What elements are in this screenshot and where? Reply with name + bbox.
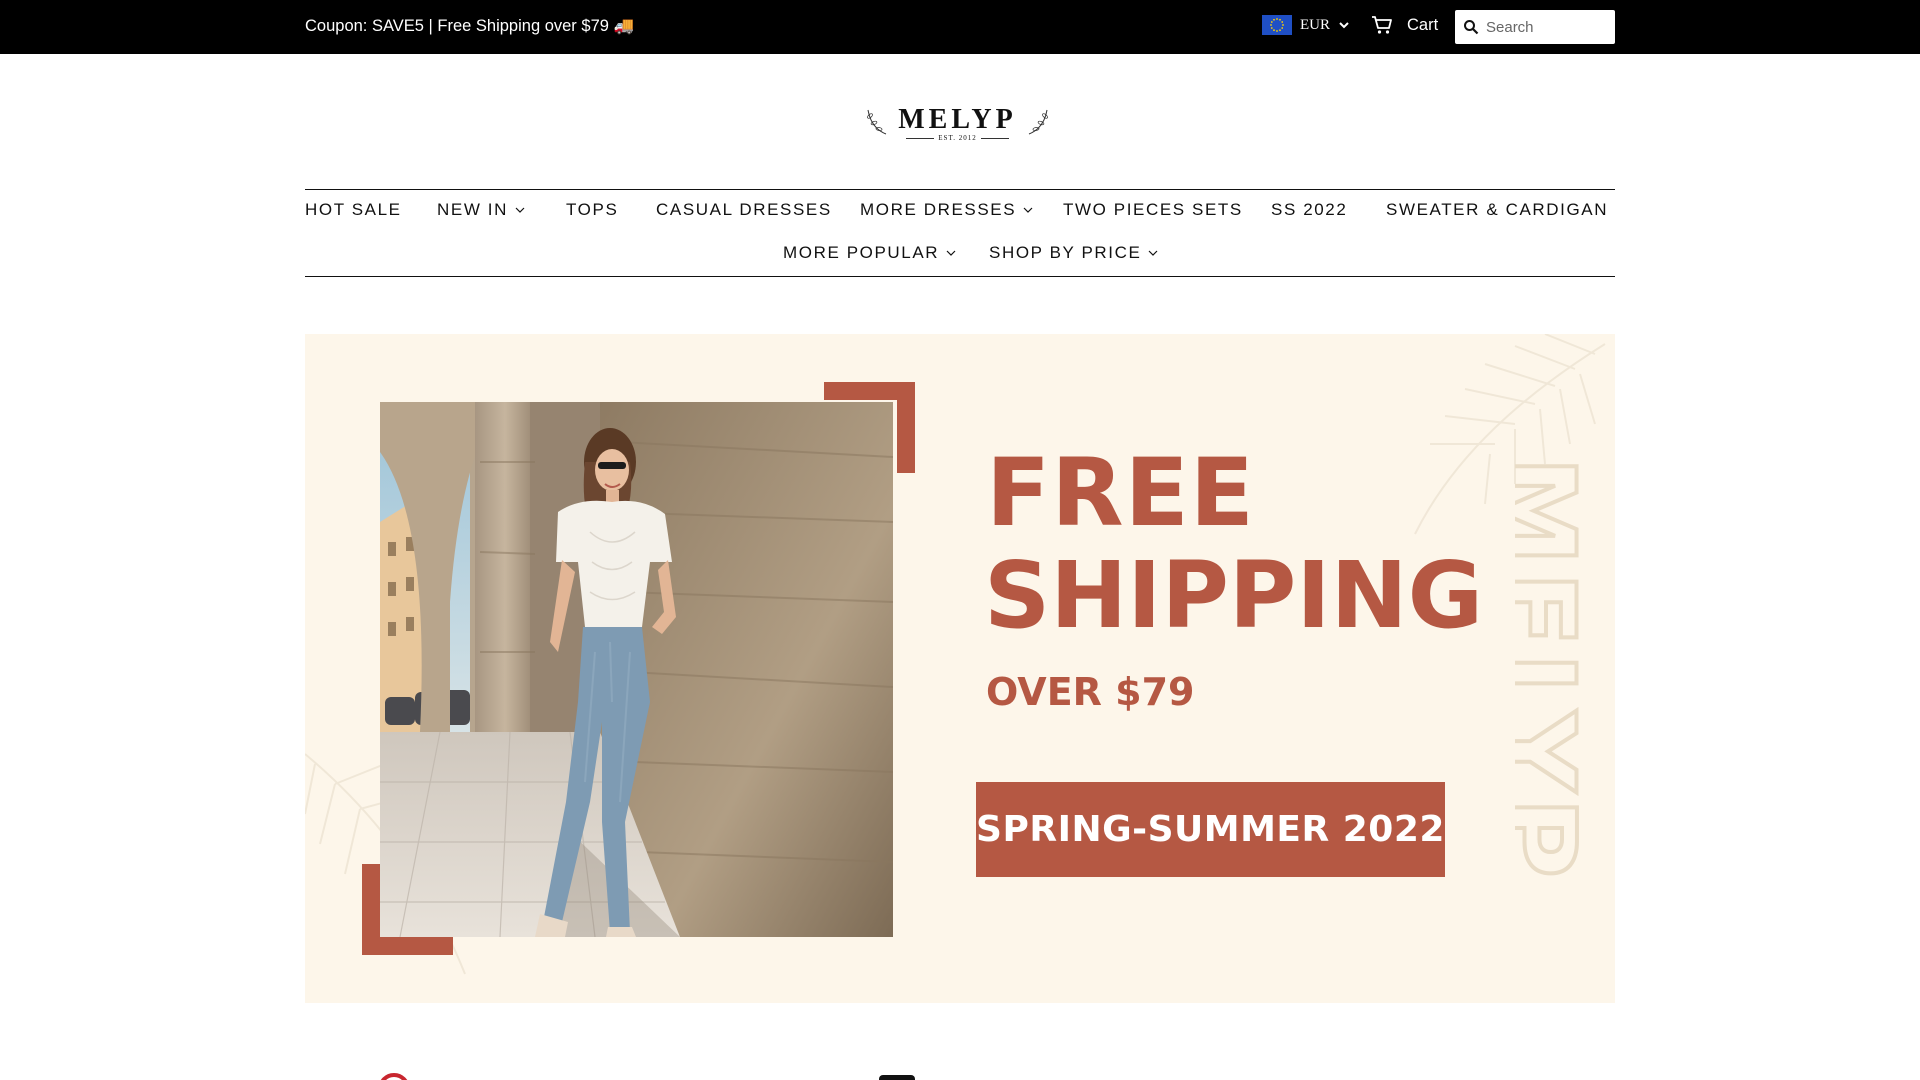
- currency-selector[interactable]: EUR: [1262, 14, 1350, 36]
- nav-label: TOPS: [566, 200, 619, 219]
- currency-code: EUR: [1300, 16, 1330, 33]
- nav-item-two-pieces-sets[interactable]: TWO PIECES SETS: [1063, 200, 1243, 220]
- logo-wordmark: MELYP: [898, 104, 1017, 135]
- chevron-down-icon: [515, 207, 525, 213]
- cta-label: SPRING-SUMMER 2022: [976, 809, 1445, 850]
- nav-divider-bottom: [305, 276, 1615, 277]
- cart-label: Cart: [1407, 15, 1439, 34]
- logo-divider-right: [981, 138, 1009, 139]
- nav-item-more-dresses[interactable]: MORE DRESSES: [860, 200, 1033, 220]
- eu-flag-icon: [1262, 15, 1292, 35]
- hero-banner[interactable]: FREE SHIPPING OVER $79 SPRING-SUMMER 202…: [305, 334, 1615, 1003]
- search-icon[interactable]: [1463, 19, 1479, 35]
- nav-item-new-in[interactable]: NEW IN: [437, 200, 525, 220]
- nav-label: SS 2022: [1271, 200, 1348, 219]
- vertical-brand-text: MELYP: [1515, 456, 1599, 884]
- hero-headline-shipping: SHIPPING: [984, 542, 1484, 649]
- nav-label: HOT SALE: [305, 200, 402, 219]
- logo-tagline: EST. 2012: [938, 134, 977, 142]
- nav-item-hot-sale[interactable]: HOT SALE: [305, 200, 402, 220]
- chevron-down-icon: [946, 250, 956, 256]
- search-box[interactable]: [1455, 10, 1615, 44]
- hero-subline: OVER $79: [986, 670, 1195, 714]
- spring-summer-button[interactable]: SPRING-SUMMER 2022: [976, 782, 1445, 877]
- chevron-down-icon: [1023, 207, 1033, 213]
- brand-logo[interactable]: MELYP EST. 2012: [867, 100, 1048, 148]
- nav-label: SHOP BY PRICE: [989, 243, 1142, 262]
- red-circle-icon: [380, 1073, 408, 1080]
- hero-headline-free: FREE: [986, 439, 1256, 548]
- nav-label: SWEATER & CARDIGAN: [1386, 200, 1609, 219]
- nav-divider-top: [305, 189, 1615, 190]
- announcement-bar: Coupon: SAVE5 | Free Shipping over $79 🚚…: [0, 0, 1920, 54]
- chevron-down-icon: [1149, 250, 1158, 256]
- nav-item-casual-dresses[interactable]: CASUAL DRESSES: [656, 200, 832, 220]
- hero-photo: [380, 402, 893, 937]
- cart-link[interactable]: Cart: [1371, 15, 1438, 35]
- cart-icon: [1372, 16, 1392, 34]
- coupon-text: Coupon: SAVE5 | Free Shipping over $79 🚚: [305, 17, 635, 35]
- nav-label: MORE POPULAR: [783, 243, 940, 262]
- nav-label: CASUAL DRESSES: [656, 200, 832, 219]
- nav-item-tops[interactable]: TOPS: [566, 200, 618, 220]
- vertical-brand-watermark: MELYP: [1515, 454, 1601, 886]
- chevron-down-icon: [1339, 22, 1349, 29]
- nav-item-ss-2022[interactable]: SS 2022: [1271, 200, 1347, 220]
- dark-box-icon: [879, 1075, 915, 1080]
- nav-item-shop-by-price[interactable]: SHOP BY PRICE: [989, 243, 1158, 263]
- nav-item-sweater-cardigan[interactable]: SWEATER & CARDIGAN: [1386, 200, 1608, 220]
- search-input[interactable]: [1486, 18, 1606, 36]
- nav-item-more-popular[interactable]: MORE POPULAR: [783, 243, 956, 263]
- nav-label: NEW IN: [437, 200, 508, 219]
- nav-label: MORE DRESSES: [860, 200, 1017, 219]
- nav-label: TWO PIECES SETS: [1063, 200, 1243, 219]
